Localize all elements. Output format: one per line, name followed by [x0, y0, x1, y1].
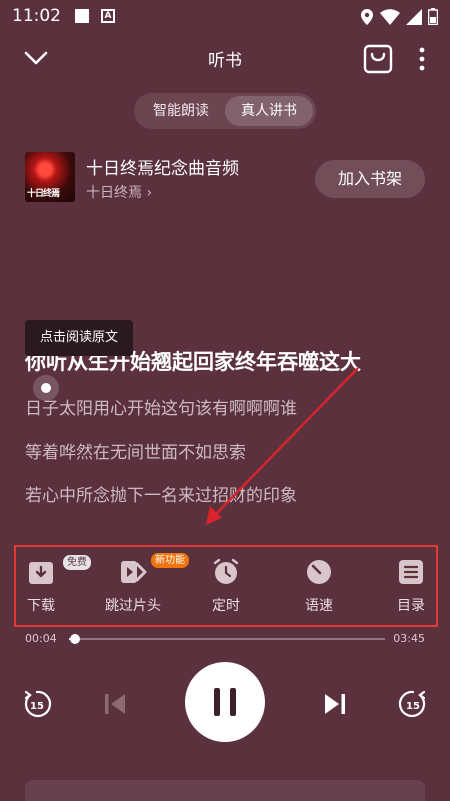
notification-a-icon: A [101, 9, 115, 23]
catalog-button[interactable]: 目录 [376, 557, 446, 619]
free-badge: 免费 [63, 555, 91, 570]
skip-forward-icon [121, 561, 147, 583]
more-vertical-icon[interactable] [412, 43, 432, 75]
book-author: 十日终焉 [86, 185, 142, 201]
lyric-line[interactable]: 等着哗然在无间世面不如思索 [25, 438, 246, 463]
location-icon [361, 8, 373, 25]
tab-human-narration[interactable]: 真人讲书 [225, 96, 313, 126]
timer-label: 定时 [212, 598, 240, 614]
lyric-line[interactable]: 若心中所念抛下一名来过招财的印象 [25, 481, 297, 506]
total-time: 03:45 [393, 632, 425, 645]
forward-seconds: 15 [406, 701, 420, 712]
progress-thumb[interactable] [69, 634, 80, 644]
skip-intro-label: 跳过片头 [105, 598, 161, 614]
playback-progress: 00:04 03:45 [25, 630, 425, 648]
player-function-toolbar: 下载 免费 跳过片头 新功能 定时 语速 目录 [14, 545, 438, 627]
read-original-tooltip[interactable]: 点击阅读原文 [25, 320, 133, 356]
download-icon [29, 562, 53, 584]
shopping-bag-icon[interactable] [362, 43, 394, 75]
book-author-link[interactable]: 十日终焉 › [86, 182, 152, 202]
speed-button[interactable]: 语速 [284, 557, 354, 619]
wifi-icon [380, 8, 400, 25]
add-to-shelf-button[interactable]: 加入书架 [315, 160, 425, 198]
forward-15-icon[interactable]: 15 [398, 689, 428, 719]
sleep-timer-button[interactable]: 定时 [191, 557, 261, 619]
speed-label: 语速 [305, 598, 333, 614]
pause-button[interactable] [185, 662, 265, 742]
speed-gauge-icon [307, 560, 331, 584]
tab-smart-reading[interactable]: 智能朗读 [137, 96, 225, 126]
notification-square-icon [75, 9, 89, 23]
player-header: 听书 [0, 40, 450, 76]
reading-mode-toggle: 智能朗读 真人讲书 [134, 93, 316, 129]
book-cover[interactable]: 十日终焉 [25, 152, 75, 202]
book-card: 十日终焉 十日终焉纪念曲音频 十日终焉 › 加入书架 [25, 152, 425, 204]
alarm-clock-icon [213, 558, 239, 584]
playback-controls: 15 15 [0, 662, 450, 746]
cover-title: 十日终焉 [27, 189, 60, 199]
signal-icon [406, 8, 422, 25]
progress-slider[interactable] [69, 634, 385, 644]
battery-icon [428, 8, 438, 25]
new-feature-badge: 新功能 [151, 553, 189, 568]
chevron-right-icon: › [146, 185, 153, 201]
list-icon [399, 560, 423, 584]
rewind-15-icon[interactable]: 15 [22, 689, 52, 719]
previous-track-icon[interactable] [104, 692, 126, 716]
bottom-panel[interactable] [25, 780, 425, 801]
pause-icon [214, 688, 236, 716]
status-time: 11:02 [12, 6, 61, 26]
next-track-icon[interactable] [324, 692, 346, 716]
rewind-seconds: 15 [30, 701, 44, 712]
lyric-line[interactable]: 日子太阳用心开始这句该有啊啊啊谁 [25, 394, 297, 419]
current-time: 00:04 [25, 632, 57, 645]
status-bar: 11:02 A [0, 0, 450, 32]
catalog-label: 目录 [397, 598, 425, 614]
download-label: 下载 [27, 598, 55, 614]
book-title: 十日终焉纪念曲音频 [86, 159, 239, 179]
